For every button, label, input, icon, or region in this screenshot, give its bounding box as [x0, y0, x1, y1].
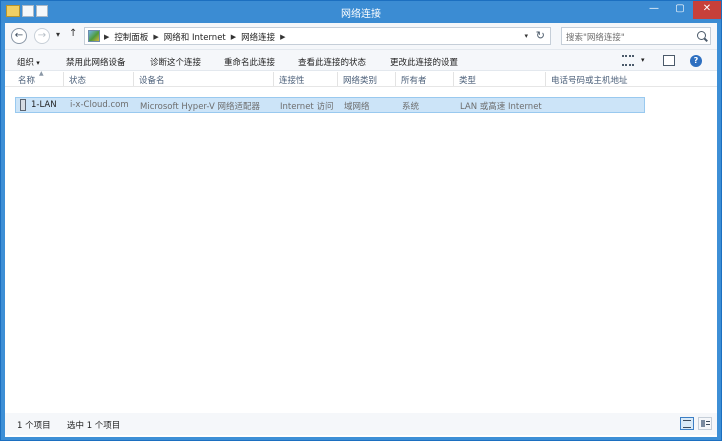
diagnose-connection-button[interactable]: 诊断这个连接: [150, 56, 201, 68]
explorer-content: ← → ▾ ↑ ▶ 控制面板 ▶ 网络和 Internet ▶ 网络连接 ▶ ▾…: [5, 23, 717, 437]
explorer-window: 网络连接 — ▢ ✕ ← → ▾ ↑ ▶ 控制面板 ▶ 网络和 Internet…: [0, 0, 722, 441]
column-divider[interactable]: [545, 72, 546, 86]
connection-device: Microsoft Hyper-V 网络适配器: [140, 102, 260, 112]
column-category[interactable]: 网络类别: [343, 74, 377, 86]
command-bar: 组织 禁用此网络设备 诊断这个连接 重命名此连接 查看此连接的状态 更改此连接的…: [5, 49, 717, 71]
column-status[interactable]: 状态: [69, 74, 86, 86]
column-divider[interactable]: [273, 72, 274, 86]
status-bar: 1 个项目 选中 1 个项目: [5, 413, 717, 435]
disable-device-button[interactable]: 禁用此网络设备: [66, 56, 126, 68]
column-divider[interactable]: [337, 72, 338, 86]
back-arrow-icon[interactable]: ←: [11, 28, 27, 44]
forward-arrow-icon[interactable]: →: [34, 28, 50, 44]
rename-connection-button[interactable]: 重命名此连接: [224, 56, 275, 68]
breadcrumb-control-panel[interactable]: 控制面板: [114, 31, 148, 43]
search-input[interactable]: 搜索"网络连接": [561, 27, 711, 45]
preview-pane-icon[interactable]: [663, 55, 675, 66]
close-button[interactable]: ✕: [693, 1, 721, 19]
breadcrumb-separator-icon[interactable]: ▶: [231, 33, 236, 41]
refresh-icon[interactable]: ↻: [536, 29, 545, 42]
address-bar-row: ← → ▾ ↑ ▶ 控制面板 ▶ 网络和 Internet ▶ 网络连接 ▶ ▾…: [5, 23, 717, 49]
column-connectivity[interactable]: 连接性: [279, 74, 305, 86]
breadcrumb-separator-icon[interactable]: ▶: [104, 33, 109, 41]
details-view-icon[interactable]: [680, 417, 694, 430]
recent-locations-icon[interactable]: ▾: [56, 30, 60, 39]
column-phone[interactable]: 电话号码或主机地址: [551, 74, 628, 86]
column-name[interactable]: 名称: [18, 74, 35, 86]
table-row[interactable]: 1-LAN i-x-Cloud.com Microsoft Hyper-V 网络…: [15, 97, 645, 113]
connection-owner: 系统: [402, 102, 420, 112]
help-icon[interactable]: ?: [690, 55, 702, 67]
organize-button[interactable]: 组织: [17, 56, 40, 68]
maximize-button[interactable]: ▢: [667, 1, 693, 19]
view-dropdown-icon[interactable]: ▾: [641, 56, 645, 64]
window-title: 网络连接: [341, 9, 381, 20]
column-divider[interactable]: [453, 72, 454, 86]
search-placeholder: 搜索"网络连接": [566, 33, 625, 43]
connection-category: 域网络: [344, 102, 370, 112]
column-divider[interactable]: [395, 72, 396, 86]
column-device[interactable]: 设备名: [139, 74, 165, 86]
breadcrumb-separator-icon[interactable]: ▶: [280, 33, 285, 41]
network-adapter-icon: [20, 99, 26, 111]
change-settings-button[interactable]: 更改此连接的设置: [390, 56, 458, 68]
connection-name: 1-LAN: [31, 100, 57, 110]
search-icon[interactable]: [697, 31, 706, 40]
breadcrumb-network-connections[interactable]: 网络连接: [241, 31, 275, 43]
breadcrumb-separator-icon[interactable]: ▶: [153, 33, 158, 41]
tiles-view-icon[interactable]: [698, 417, 712, 430]
up-arrow-icon[interactable]: ↑: [69, 28, 77, 39]
address-history-icon[interactable]: ▾: [524, 32, 528, 40]
connection-connectivity: Internet 访问: [280, 102, 334, 112]
sort-ascending-icon: ▲: [39, 70, 44, 77]
view-options-icon[interactable]: [622, 55, 634, 66]
minimize-button[interactable]: —: [641, 1, 667, 19]
column-type[interactable]: 类型: [459, 74, 476, 86]
breadcrumb-network-internet[interactable]: 网络和 Internet: [164, 31, 226, 43]
selected-count: 选中 1 个项目: [67, 421, 121, 431]
column-divider[interactable]: [133, 72, 134, 86]
connection-status: i-x-Cloud.com: [70, 100, 129, 110]
address-box[interactable]: ▶ 控制面板 ▶ 网络和 Internet ▶ 网络连接 ▶ ▾ ↻: [84, 27, 551, 45]
column-headers: ▲ 名称 状态 设备名 连接性 网络类别 所有者 类型 电话号码或主机地址: [5, 70, 717, 87]
breadcrumb: ▶ 控制面板 ▶ 网络和 Internet ▶ 网络连接 ▶: [104, 31, 286, 43]
item-count: 1 个项目: [17, 421, 51, 431]
connection-type: LAN 或高速 Internet: [460, 102, 542, 112]
column-divider[interactable]: [63, 72, 64, 86]
control-panel-icon: [88, 30, 100, 42]
column-owner[interactable]: 所有者: [401, 74, 427, 86]
view-status-button[interactable]: 查看此连接的状态: [298, 56, 366, 68]
title-bar[interactable]: 网络连接 — ▢ ✕: [1, 1, 721, 23]
